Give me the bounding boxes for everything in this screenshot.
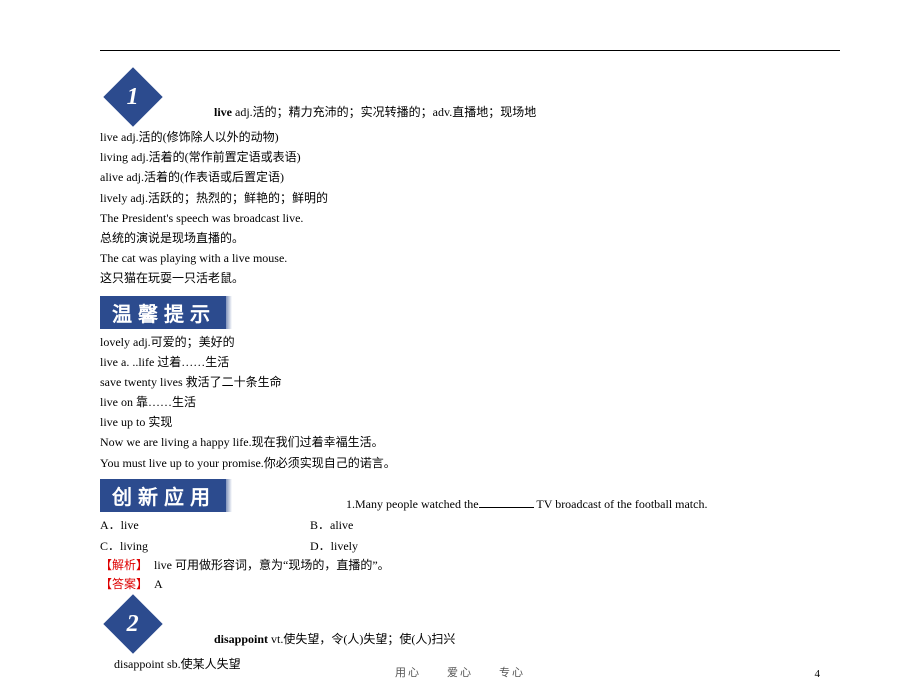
tip-line: live a. ..life 过着……生活 [100,353,820,372]
question-post: TV broadcast of the football match. [534,497,708,511]
horizontal-rule-top [100,50,840,51]
entry-1-header-row: 1 live adj.活的；精力充沛的；实况转播的；adv.直播地；现场地 [100,76,820,124]
banner-tip: 温馨提示 [100,296,226,329]
entry1-line: alive adj.活着的(作表语或后置定语) [100,168,820,187]
option-c: C．living [100,537,310,556]
entry-2-header-row: 2 disappoint vt.使失望，令(人)失望；使(人)扫兴 [100,603,820,651]
tip-line: Now we are living a happy life.现在我们过着幸福生… [100,433,820,452]
analysis-line: 【解析】 live 可用做形容词，意为“现场的，直播的”。 [100,556,820,575]
analysis-label: 【解析】 [100,558,142,572]
entry-1-head-bold: live [214,105,232,119]
question-text: 1.Many people watched the TV broadcast o… [346,496,707,512]
tip-line: save twenty lives 救活了二十条生命 [100,373,820,392]
application-row: 创新应用 1.Many people watched the TV broadc… [100,479,820,512]
option-d: D．lively [310,537,520,556]
diamond-badge-2: 2 [103,594,162,653]
entry-1-head-rest: adj.活的；精力充沛的；实况转播的；adv.直播地；现场地 [232,105,536,119]
entry1-line: live adj.活的(修饰除人以外的动物) [100,128,820,147]
entry-2-head-bold: disappoint [214,632,268,646]
diamond-badge-1: 1 [103,67,162,126]
tip-line: live up to 实现 [100,413,820,432]
entry1-line: 这只猫在玩耍一只活老鼠。 [100,269,820,288]
answer-label: 【答案】 [100,577,142,591]
badge-1-number: 1 [127,84,139,111]
answer-text: A [142,577,163,591]
tip-line: lovely adj.可爱的；美好的 [100,333,820,352]
analysis-text: live 可用做形容词，意为“现场的，直播的”。 [142,558,390,572]
page-number: 4 [815,668,821,680]
entry1-line: living adj.活着的(常作前置定语或表语) [100,148,820,167]
banner-application: 创新应用 [100,479,226,512]
badge-2-number: 2 [127,610,139,637]
entry-2-headword: disappoint vt.使失望，令(人)失望；使(人)扫兴 [214,630,455,651]
footer-words: 用心 爱心 专心 [395,667,525,679]
tip-line: live on 靠……生活 [100,393,820,412]
option-b: B．alive [310,516,520,535]
entry1-line: 总统的演说是现场直播的。 [100,229,820,248]
footer: 用心 爱心 专心 [0,664,920,680]
options-grid: A．live B．alive C．living D．lively [100,516,820,556]
entry1-line: The President's speech was broadcast liv… [100,209,820,228]
entry-2-head-rest: vt.使失望，令(人)失望；使(人)扫兴 [268,632,455,646]
option-a: A．live [100,516,310,535]
tip-line: You must live up to your promise.你必须实现自己… [100,454,820,473]
entry-1-headword: live adj.活的；精力充沛的；实况转播的；adv.直播地；现场地 [214,103,536,124]
fill-blank [479,496,534,508]
answer-line: 【答案】 A [100,575,820,594]
entry1-line: The cat was playing with a live mouse. [100,249,820,268]
question-pre: 1.Many people watched the [346,497,479,511]
entry1-line: lively adj.活跃的；热烈的；鲜艳的；鲜明的 [100,189,820,208]
